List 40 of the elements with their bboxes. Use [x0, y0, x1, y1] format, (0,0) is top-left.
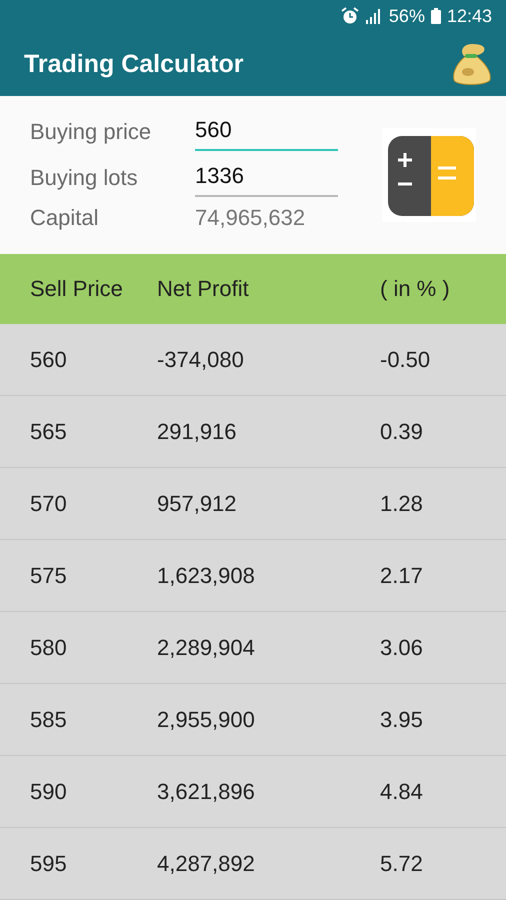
- battery-percent: 56%: [388, 6, 425, 27]
- capital-value: 74,965,632: [195, 205, 306, 232]
- table-cell-text: 580: [30, 634, 68, 660]
- money-bag-icon[interactable]: [450, 42, 492, 86]
- table-cell-text: 595: [30, 850, 68, 876]
- alarm-icon: [340, 7, 359, 26]
- input-field[interactable]: 1336: [195, 159, 338, 198]
- table-cell-text: 560: [30, 346, 68, 372]
- table-cell-text: 2.17: [380, 562, 424, 588]
- table-cell-text: 590: [30, 778, 68, 804]
- capital-label: Capital: [30, 205, 100, 232]
- table-cell-text: 291,916: [157, 418, 238, 444]
- table-cell-text: 1,623,908: [157, 562, 256, 588]
- table-cell-text: 1.28: [380, 490, 424, 516]
- input-field[interactable]: 560: [195, 113, 338, 152]
- battery-icon: [430, 8, 441, 24]
- table-cell-text: 585: [30, 706, 68, 732]
- app-title: Trading Calculator: [24, 50, 244, 79]
- column-header: Net Profit: [157, 276, 250, 302]
- table-cell-text: -0.50: [380, 346, 432, 372]
- table-cell-text: 570: [30, 490, 68, 516]
- field-label: Buying price: [30, 119, 152, 146]
- table-cell-text: 0.39: [380, 418, 424, 444]
- table-cell-text: 2,955,900: [157, 706, 256, 732]
- column-header: ( in % ): [380, 276, 451, 302]
- table-cell-text: 4,287,892: [157, 850, 256, 876]
- table-cell-text: 575: [30, 562, 68, 588]
- table-cell-text: 3.95: [380, 706, 424, 732]
- table-cell-text: 3,621,896: [157, 778, 256, 804]
- table-cell-text: 3.06: [380, 634, 424, 660]
- table-cell-text: 5.72: [380, 850, 424, 876]
- field-label: Buying lots: [30, 165, 139, 192]
- column-header: Sell Price: [30, 276, 124, 302]
- table-cell-text: -374,080: [157, 346, 245, 372]
- table-cell-text: 957,912: [157, 490, 238, 516]
- table-cell-text: 2,289,904: [157, 634, 256, 660]
- signal-icon: [364, 8, 383, 24]
- clock-time: 12:43: [446, 6, 492, 27]
- table-cell-text: 4.84: [380, 778, 424, 804]
- table-cell-text: 565: [30, 418, 68, 444]
